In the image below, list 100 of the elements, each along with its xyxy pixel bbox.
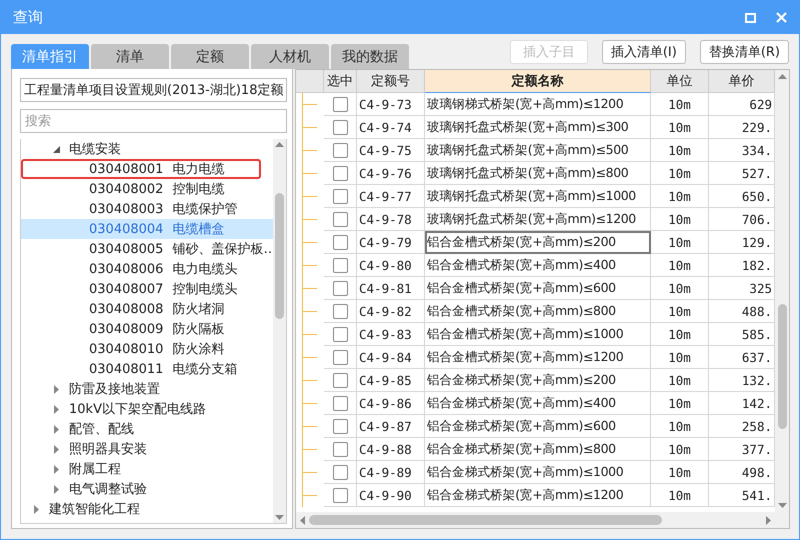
collapsed-arrow-icon[interactable]	[54, 384, 58, 394]
checkbox[interactable]	[332, 120, 348, 134]
tree-node[interactable]: 10kV以下架空配电线路	[69, 400, 206, 418]
tree-item[interactable]: 030408002 控制电缆	[21, 179, 273, 199]
item-name: 控制电缆头	[172, 281, 238, 298]
collapsed-arrow-icon[interactable]	[54, 424, 58, 434]
column-header[interactable]: 定额号	[357, 70, 425, 93]
collapsed-arrow-icon[interactable]	[54, 444, 58, 454]
column-header	[296, 70, 324, 93]
table-cell: 铝合金槽式桥架(宽+高mm)≤400	[425, 254, 651, 277]
tree-item[interactable]: 030408010 防火涂料	[21, 339, 273, 359]
tab[interactable]: 清单	[91, 44, 169, 69]
action-button[interactable]: 替换清单(R)	[700, 40, 789, 64]
collapsed-arrow-icon[interactable]	[54, 404, 58, 414]
checkbox[interactable]	[332, 372, 348, 388]
tree-node[interactable]: 附属工程	[69, 460, 121, 478]
table-cell: 10m	[651, 254, 709, 277]
checkbox[interactable]	[332, 442, 348, 456]
table-cell: 玻璃钢托盘式桥架(宽+高mm)≤1000	[425, 185, 651, 208]
checkbox[interactable]	[332, 418, 348, 434]
rule-dropdown[interactable]: 工程量清单项目设置规则(2013-湖北)18定额	[20, 78, 287, 102]
tree-node[interactable]: 电气调整试验	[69, 480, 147, 498]
checkbox[interactable]	[332, 326, 348, 342]
scroll-left-icon[interactable]	[300, 516, 305, 524]
tree-node[interactable]: 电缆安装	[69, 140, 121, 158]
tree-node[interactable]: 防雷及接地装置	[69, 380, 160, 398]
checkbox[interactable]	[332, 488, 348, 502]
item-code: 030408011	[89, 362, 164, 376]
scroll-up-icon[interactable]	[275, 142, 284, 147]
table-cell: 铝合金槽式桥架(宽+高mm)≤800	[425, 300, 651, 323]
table-cell: C4-9-90	[357, 484, 425, 507]
tab[interactable]: 我的数据	[331, 44, 409, 69]
tab[interactable]: 定额	[171, 44, 249, 69]
checkbox[interactable]	[332, 280, 348, 296]
scroll-right-icon[interactable]	[766, 516, 771, 524]
checkbox[interactable]	[332, 96, 348, 112]
checkbox[interactable]	[332, 258, 348, 272]
checkbox[interactable]	[332, 234, 348, 250]
checkbox[interactable]	[332, 212, 348, 226]
checkbox[interactable]	[332, 464, 348, 480]
item-code: 030408006	[89, 262, 164, 276]
tree-item[interactable]: 030408004 电缆槽盒	[21, 219, 273, 239]
table-cell: 10m	[651, 139, 709, 162]
scroll-thumb[interactable]	[778, 304, 786, 428]
item-name: 防火堵洞	[172, 301, 224, 318]
item-name: 电力电缆	[172, 161, 224, 178]
checkbox[interactable]	[332, 188, 348, 204]
column-header[interactable]: 选中	[324, 70, 357, 93]
checkbox[interactable]	[332, 304, 348, 318]
collapsed-arrow-icon[interactable]	[54, 484, 58, 494]
table-cell: C4-9-82	[357, 300, 425, 323]
table-cell: C4-9-76	[357, 162, 425, 185]
scrollbar[interactable]	[775, 70, 789, 512]
search-field[interactable]: 搜索	[20, 109, 287, 133]
table-cell: 玻璃钢托盘式桥架(宽+高mm)≤800	[425, 162, 651, 185]
checkbox[interactable]	[332, 350, 348, 364]
checkbox[interactable]	[332, 142, 348, 158]
item-code: 030408009	[89, 322, 164, 336]
expanded-arrow-icon[interactable]	[52, 146, 60, 152]
tree-node[interactable]: 照明器具安装	[69, 440, 147, 458]
item-name: 电缆槽盒	[172, 221, 224, 238]
scroll-thumb[interactable]	[275, 193, 284, 319]
tree-item[interactable]: 030408003 电缆保护管	[21, 199, 273, 219]
tree-item[interactable]: 030408001 电力电缆	[21, 159, 261, 179]
tree-node[interactable]: 配管、配线	[69, 420, 134, 438]
tree-node[interactable]: 建筑智能化工程	[49, 500, 140, 518]
tree-item[interactable]: 030408008 防火堵洞	[21, 299, 273, 319]
table-cell: 铝合金槽式桥架(宽+高mm)≤200	[425, 231, 651, 254]
checkbox[interactable]	[332, 396, 348, 410]
table-cell: 铝合金梯式桥架(宽+高mm)≤1200	[425, 484, 651, 507]
tab[interactable]: 人材机	[251, 44, 329, 69]
table-cell: 10m	[651, 438, 709, 461]
column-header[interactable]: 定额名称	[425, 70, 651, 93]
horizontal-scrollbar[interactable]	[296, 512, 789, 528]
tree-item[interactable]: 030408007 控制电缆头	[21, 279, 273, 299]
scrollbar[interactable]	[273, 139, 286, 523]
scroll-up-icon[interactable]	[778, 74, 786, 79]
tree-item[interactable]: 030408005 铺砂、盖保护板…	[21, 239, 273, 259]
collapsed-arrow-icon[interactable]	[54, 464, 58, 474]
maximize-icon[interactable]	[745, 12, 756, 22]
column-header[interactable]: 单价	[709, 70, 775, 93]
close-icon[interactable]	[776, 12, 787, 23]
scroll-down-icon[interactable]	[778, 503, 786, 508]
tree-item[interactable]: 030408006 电力电缆头	[21, 259, 273, 279]
checkbox[interactable]	[332, 166, 348, 180]
tree-item[interactable]: 030408009 防火隔板	[21, 319, 273, 339]
scroll-thumb[interactable]	[309, 515, 662, 525]
table-cell: C4-9-80	[357, 254, 425, 277]
collapsed-arrow-icon[interactable]	[34, 504, 38, 514]
scroll-down-icon[interactable]	[275, 515, 284, 520]
table-cell: 10m	[651, 323, 709, 346]
table-cell: 10m	[651, 461, 709, 484]
table-cell: C4-9-88	[357, 438, 425, 461]
tree-item[interactable]: 030408011 电缆分支箱	[21, 359, 273, 379]
table-cell: 玻璃钢梯式桥架(宽+高mm)≤1200	[425, 93, 651, 116]
column-header[interactable]: 单位	[651, 70, 709, 93]
table-cell: 10m	[651, 484, 709, 507]
item-code: 030408005	[89, 242, 164, 256]
table-cell: 10m	[651, 93, 709, 116]
action-button[interactable]: 插入清单(I)	[602, 40, 686, 64]
